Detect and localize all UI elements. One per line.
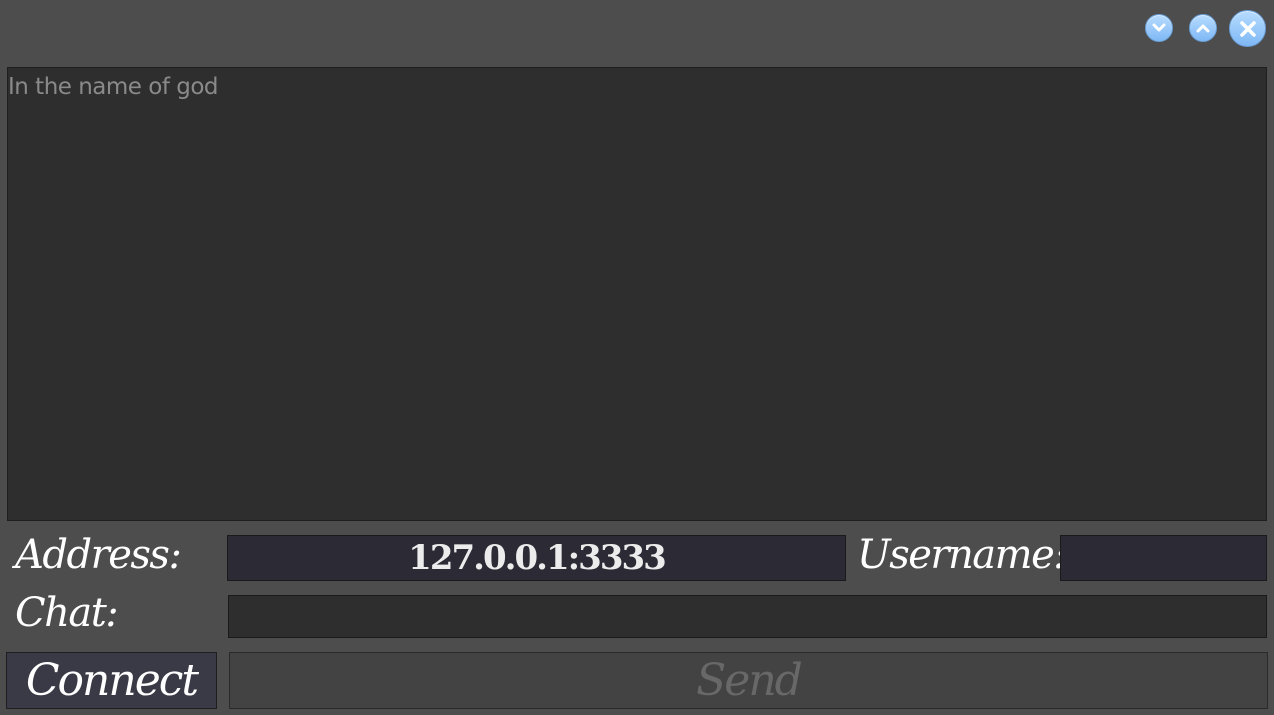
chat-input[interactable] [228, 595, 1267, 638]
connect-button-label: Connect [25, 655, 199, 706]
close-button[interactable] [1229, 10, 1266, 47]
send-button-label: Send [696, 655, 803, 706]
connect-button[interactable]: Connect [6, 652, 217, 709]
username-label: Username: [857, 532, 1067, 578]
chat-label: Chat: [15, 590, 119, 636]
close-icon [1239, 20, 1256, 37]
chevron-up-icon [1196, 24, 1210, 33]
maximize-button[interactable] [1189, 14, 1217, 42]
chevron-down-icon [1152, 23, 1166, 32]
address-input[interactable] [227, 535, 846, 581]
username-input[interactable] [1060, 535, 1267, 581]
chat-log[interactable]: In the name of god [7, 67, 1267, 521]
minimize-button[interactable] [1145, 14, 1173, 42]
address-label: Address: [15, 532, 182, 578]
send-button[interactable]: Send [229, 652, 1268, 709]
